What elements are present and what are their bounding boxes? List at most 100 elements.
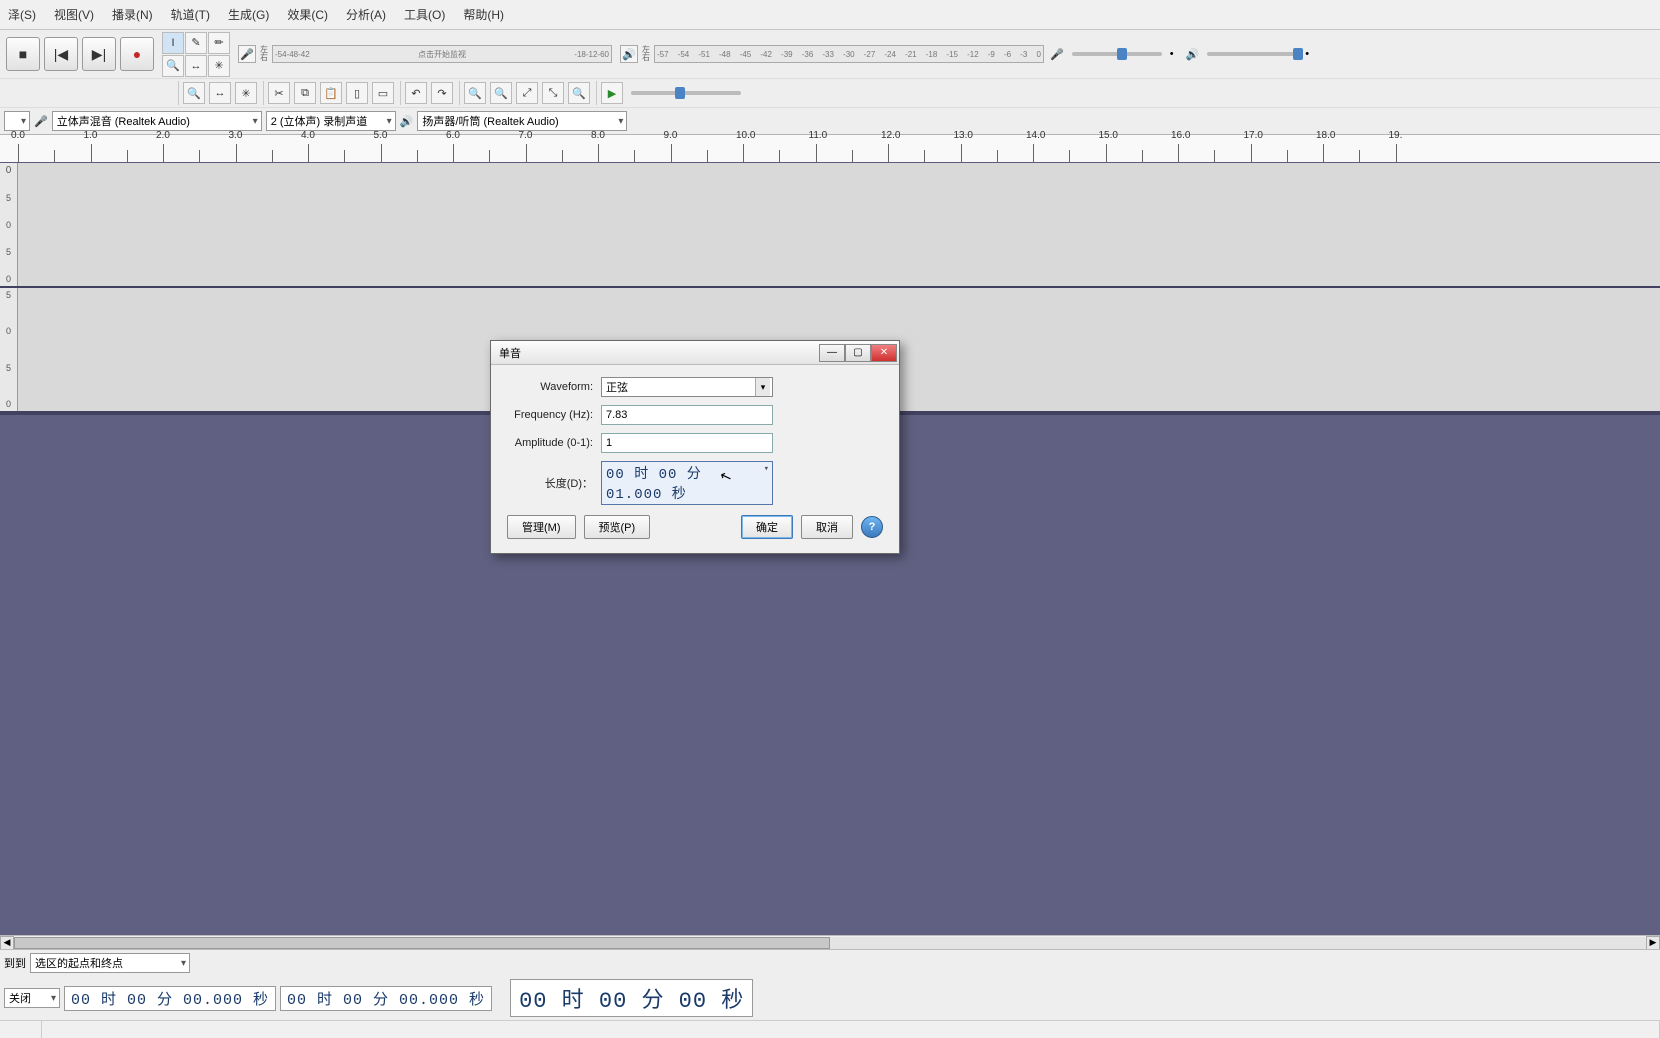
- dialog-title: 单音: [499, 345, 521, 361]
- duration-input[interactable]: 00 时 00 分 01.000 秒: [601, 461, 773, 505]
- zoom-tool[interactable]: 🔍: [162, 55, 184, 77]
- fit-selection-button[interactable]: ⤢: [516, 82, 538, 104]
- record-button[interactable]: ●: [120, 37, 154, 71]
- selection-tool[interactable]: I: [162, 32, 184, 54]
- menu-item[interactable]: 分析(A): [342, 2, 390, 27]
- transport-controls: ■ |◀ ▶| ●: [0, 31, 160, 77]
- snap-to-dropdown[interactable]: 关闭: [4, 988, 60, 1008]
- dialog-titlebar[interactable]: 单音 — ▢ ✕: [491, 341, 899, 365]
- zoom-toggle-button[interactable]: 🔍: [568, 82, 590, 104]
- redo-button[interactable]: ↷: [431, 82, 453, 104]
- fit-width-button[interactable]: ↔: [209, 82, 231, 104]
- ruler-label: 17.0: [1244, 130, 1263, 141]
- ruler-label: 4.0: [301, 130, 315, 141]
- record-volume-slider[interactable]: 🎤 •: [1044, 48, 1180, 61]
- zoom-in-button[interactable]: 🔍: [464, 82, 486, 104]
- zoom-tool-button[interactable]: 🔍: [183, 82, 205, 104]
- track-scale-val: 0: [6, 399, 11, 409]
- undo-button[interactable]: ↶: [405, 82, 427, 104]
- menu-item[interactable]: 播录(N): [108, 2, 157, 27]
- menu-bar: 泽(S) 视图(V) 播录(N) 轨道(T) 生成(G) 效果(C) 分析(A)…: [0, 0, 1660, 30]
- menu-item[interactable]: 视图(V): [50, 2, 98, 27]
- status-bar: [0, 1020, 1660, 1038]
- stop-button[interactable]: ■: [6, 37, 40, 71]
- zoom-out-button[interactable]: 🔍: [490, 82, 512, 104]
- paste-button[interactable]: 📋: [320, 82, 342, 104]
- minimize-button[interactable]: —: [819, 344, 845, 362]
- ruler-label: 15.0: [1099, 130, 1118, 141]
- audio-host-dropdown[interactable]: [4, 111, 30, 131]
- timeline-ruler[interactable]: 0.01.02.03.04.05.06.07.08.09.010.011.012…: [0, 135, 1660, 163]
- close-button[interactable]: ✕: [871, 344, 897, 362]
- envelope-tool[interactable]: ✎: [185, 32, 207, 54]
- amplitude-input[interactable]: [601, 433, 773, 453]
- silence-button[interactable]: ▭: [372, 82, 394, 104]
- draw-tool[interactable]: ✏: [208, 32, 230, 54]
- skip-end-button[interactable]: ▶|: [82, 37, 116, 71]
- play-at-speed-button[interactable]: ▶: [601, 82, 623, 104]
- menu-item[interactable]: 生成(G): [224, 2, 273, 27]
- speaker-slider-icon: 🔊: [1186, 48, 1200, 61]
- recording-channels-dropdown[interactable]: 2 (立体声) 录制声道: [266, 111, 396, 131]
- fit-project-button[interactable]: ⤡: [542, 82, 564, 104]
- audio-track-1[interactable]: 0 5 0 5 0: [0, 163, 1660, 288]
- trim-button[interactable]: ▯: [346, 82, 368, 104]
- ruler-label: 11.0: [809, 130, 828, 141]
- ruler-label: 16.0: [1171, 130, 1190, 141]
- scroll-right-button[interactable]: ▶: [1646, 936, 1660, 950]
- playback-meter[interactable]: -57-54-51-48 -45-42-39-36 -33-30-27-24 -…: [654, 45, 1044, 63]
- maximize-button[interactable]: ▢: [845, 344, 871, 362]
- multi-tool[interactable]: ✳: [208, 55, 230, 77]
- audio-position-time[interactable]: 00 时 00 分 00 秒: [510, 979, 753, 1017]
- cancel-button[interactable]: 取消: [801, 515, 853, 539]
- scroll-thumb[interactable]: [14, 937, 830, 949]
- ruler-label: 13.0: [954, 130, 973, 141]
- ruler-label: 5.0: [374, 130, 388, 141]
- skip-start-button[interactable]: |◀: [44, 37, 78, 71]
- playback-volume-slider[interactable]: 🔊 •: [1180, 48, 1316, 61]
- speaker-device-icon: 🔊: [400, 115, 414, 128]
- menu-item[interactable]: 泽(S): [4, 2, 40, 27]
- ok-button[interactable]: 确定: [741, 515, 793, 539]
- menu-item[interactable]: 工具(O): [400, 2, 449, 27]
- ruler-label: 1.0: [84, 130, 98, 141]
- scroll-left-button[interactable]: ◀: [0, 936, 14, 950]
- menu-item[interactable]: 帮助(H): [459, 2, 508, 27]
- manage-button[interactable]: 管理(M): [507, 515, 576, 539]
- status-message: [42, 1021, 1660, 1038]
- horizontal-scrollbar[interactable]: ◀ ▶: [0, 935, 1660, 949]
- mic-icon[interactable]: 🎤: [238, 45, 256, 63]
- waveform-dropdown[interactable]: 正弦: [601, 377, 773, 397]
- timeshift-tool[interactable]: ↔: [185, 55, 207, 77]
- amplitude-label: Amplitude (0-1):: [507, 437, 601, 449]
- fit-all-button[interactable]: ✳: [235, 82, 257, 104]
- track-scale-val: 5: [6, 363, 11, 373]
- play-speed-slider[interactable]: [631, 91, 741, 95]
- rec-slider-end-icon: •: [1170, 48, 1174, 60]
- record-meter[interactable]: -54-48-42 点击开始监视 -18-12-60: [272, 45, 612, 63]
- speaker-icon[interactable]: 🔊: [620, 45, 638, 63]
- play-slider-end-icon: •: [1305, 48, 1309, 60]
- menu-item[interactable]: 效果(C): [283, 2, 332, 27]
- playback-device-dropdown[interactable]: 扬声器/听筒 (Realtek Audio): [417, 111, 627, 131]
- track-scale-val: 0: [6, 274, 11, 284]
- selection-end-time[interactable]: 00 时 00 分 00.000 秒: [280, 986, 492, 1011]
- track-waveform-area[interactable]: [18, 163, 1660, 286]
- frequency-input[interactable]: [601, 405, 773, 425]
- selection-start-time[interactable]: 00 时 00 分 00.000 秒: [64, 986, 276, 1011]
- ruler-label: 8.0: [591, 130, 605, 141]
- menu-item[interactable]: 轨道(T): [167, 2, 214, 27]
- cut-button[interactable]: ✂: [268, 82, 290, 104]
- recording-device-dropdown[interactable]: 立体声混音 (Realtek Audio): [52, 111, 262, 131]
- tool-palette: I ✎ ✏ 🔍 ↔ ✳: [160, 30, 232, 79]
- ruler-label: 12.0: [881, 130, 900, 141]
- ruler-label: 6.0: [446, 130, 460, 141]
- selection-mode-dropdown[interactable]: 选区的起点和终点: [30, 953, 190, 973]
- help-button[interactable]: ?: [861, 516, 883, 538]
- copy-button[interactable]: ⧉: [294, 82, 316, 104]
- snap-label: 到到: [4, 955, 26, 971]
- track-scale-val: 0: [6, 326, 11, 336]
- track-scale-val: 0: [6, 165, 12, 176]
- device-toolbar: 🎤 立体声混音 (Realtek Audio) 2 (立体声) 录制声道 🔊 扬…: [0, 107, 1660, 134]
- preview-button[interactable]: 预览(P): [584, 515, 651, 539]
